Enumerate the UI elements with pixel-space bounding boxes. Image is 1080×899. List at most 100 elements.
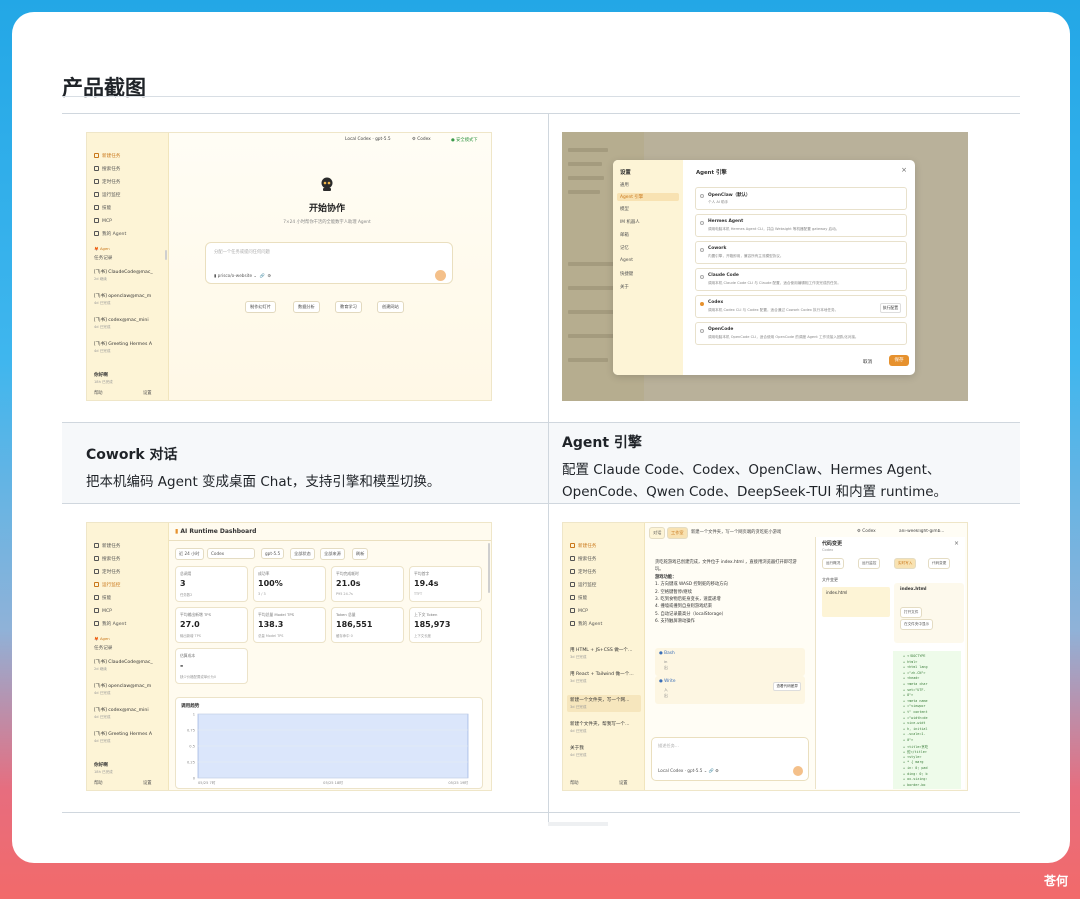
engine-option-cowork[interactable]: Cowork 内置引擎，开箱即用，兼容所有主流模型协议。 xyxy=(695,241,907,264)
settings-nav-agent-engine[interactable]: Agent 引擎 xyxy=(617,193,679,201)
chat-input[interactable]: 描述任务… Local Codex · gpt-5.5 ⌄ 🔗 ⚙ xyxy=(651,737,809,781)
code-line: + ding: 0; b xyxy=(903,771,928,776)
engine-select[interactable]: ⚙ Codex xyxy=(412,137,431,142)
filter-source[interactable]: 全部来源 xyxy=(320,548,345,560)
session-item[interactable]: 关于我 4d 已完成 xyxy=(570,745,638,758)
user-name[interactable]: 你好啊 18h 已完成 xyxy=(94,372,113,385)
sidebar-item-search[interactable]: 搜索任务 xyxy=(94,166,120,172)
config-button[interactable]: 执行配置 xyxy=(879,303,901,313)
sidebar-item-mcp[interactable]: MCP xyxy=(570,608,588,614)
open-file-button[interactable]: 打开文件 xyxy=(900,607,923,618)
session-item[interactable]: 用 React + Tailwind 做一个... 3d 已完成 xyxy=(570,671,638,684)
workspace-select[interactable]: ani-weeklight-gimb... xyxy=(899,529,955,534)
help-button[interactable]: 帮助 xyxy=(94,390,103,396)
sidebar-item-monitor[interactable]: 运行监控 xyxy=(94,192,120,198)
model-select[interactable]: Local Codex · gpt-5.5 xyxy=(345,137,391,142)
sidebar-item-search[interactable]: 搜索任务 xyxy=(94,556,120,562)
sidebar-item-new-task[interactable]: 新建任务 xyxy=(570,543,596,549)
sidebar-item-new-task[interactable]: 新建任务 xyxy=(94,153,120,159)
engine-option-opencode[interactable]: OpenCode 调用电脑本机 OpenCode CLI，适合使用 OpenCod… xyxy=(695,322,907,345)
folder-select[interactable]: ▮ prisco/o-website ⌄ 🔗 ⚙ xyxy=(214,273,271,279)
sidebar-item-search[interactable]: 搜索任务 xyxy=(570,556,596,562)
settings-button[interactable]: 设置 xyxy=(143,390,152,396)
chart-icon xyxy=(570,582,575,587)
session-item[interactable]: 新建个文件夹，帮我写一个... 4d 已完成 xyxy=(570,721,638,734)
refresh-button[interactable]: 刷新 xyxy=(352,548,369,560)
settings-nav-model[interactable]: 模型 xyxy=(620,206,629,212)
chip-education[interactable]: 教育学习 xyxy=(335,301,362,313)
session-item[interactable]: [飞书] Greeting Hermes A 4d 已完成 xyxy=(94,341,162,354)
task-input[interactable]: 分配一个任务或提问任何问题 ▮ prisco/o-website ⌄ 🔗 ⚙ xyxy=(205,242,453,284)
cancel-button[interactable]: 取消 xyxy=(863,359,872,365)
session-item[interactable]: [飞书] codex@mac_mini 4d 已完成 xyxy=(94,317,162,330)
code-line: + border-bo xyxy=(903,782,926,787)
settings-button[interactable]: 设置 xyxy=(619,780,628,786)
panel-tab[interactable]: 运行概况 xyxy=(822,558,845,569)
settings-nav-about[interactable]: 关于 xyxy=(620,284,629,290)
sidebar-item-scheduled[interactable]: 定时任务 xyxy=(94,179,120,185)
panel-tab[interactable]: 代码变更 xyxy=(928,558,951,569)
sidebar-item-skills[interactable]: 技能 xyxy=(570,595,587,601)
engine-option-codex[interactable]: Codex 调用本机 Codex CLI 与 Codex 配置，适合通过 Cowo… xyxy=(695,295,907,318)
sidebar-item-new-task[interactable]: 新建任务 xyxy=(94,543,120,549)
sidebar-item-mcp[interactable]: MCP xyxy=(94,608,112,614)
send-button[interactable] xyxy=(793,766,803,776)
sidebar-item-monitor[interactable]: 运行监控 xyxy=(94,582,120,588)
user-name[interactable]: 你好啊 18h 已完成 xyxy=(94,762,113,775)
sidebar-item-skills[interactable]: 技能 xyxy=(94,205,111,211)
tool-call-write[interactable]: ● Write 入出查看代码差异 xyxy=(655,676,805,704)
help-button[interactable]: 帮助 xyxy=(94,780,103,786)
sidebar-item-skills[interactable]: 技能 xyxy=(94,595,111,601)
settings-button[interactable]: 设置 xyxy=(143,780,152,786)
chip-slides[interactable]: 制作幻灯片 xyxy=(245,301,276,313)
sidebar-item-my-agent[interactable]: 我的 Agent xyxy=(570,621,602,627)
settings-nav-shortcuts[interactable]: 快捷键 xyxy=(620,271,633,277)
tab-chat[interactable]: 对话 xyxy=(649,527,666,539)
open-diff-button[interactable]: 查看代码差异 xyxy=(773,682,801,691)
engine-select[interactable]: ⚙ Codex xyxy=(857,529,876,534)
panel-tab[interactable]: 运行监控 xyxy=(858,558,881,569)
filter-model[interactable]: gpt-5.5 xyxy=(261,548,285,559)
close-icon[interactable]: × xyxy=(954,540,959,547)
filter-engine[interactable]: Codex xyxy=(207,548,255,559)
sidebar-item-scheduled[interactable]: 定时任务 xyxy=(570,569,596,575)
settings-nav-memory[interactable]: 记忆 xyxy=(620,245,629,251)
bot-icon xyxy=(94,231,99,236)
session-item[interactable]: [飞书] ClaudeCode@mac_ 2d 继续 xyxy=(94,659,162,672)
sidebar-item-monitor[interactable]: 运行监控 xyxy=(570,582,596,588)
engine-option-claude-code[interactable]: Claude Code 调用本机 Claude Code CLI 与 Claude… xyxy=(695,268,907,291)
chip-website[interactable]: 创建网站 xyxy=(377,301,404,313)
panel-tab-active[interactable]: 实时写入 xyxy=(894,558,917,569)
main-scrollbar[interactable] xyxy=(488,543,490,593)
reveal-in-folder-button[interactable]: 在文件夹中显示 xyxy=(900,619,934,630)
help-button[interactable]: 帮助 xyxy=(570,780,579,786)
session-item[interactable]: [飞书] openclaw@mac_m 4d 已完成 xyxy=(94,683,162,696)
sidebar-item-scheduled[interactable]: 定时任务 xyxy=(94,569,120,575)
session-item[interactable]: [飞书] codex@mac_mini 4d 已完成 xyxy=(94,707,162,720)
sidebar-item-my-agent[interactable]: 我的 Agent xyxy=(94,231,126,237)
sidebar-item-mcp[interactable]: MCP xyxy=(94,218,112,224)
engine-option-hermes[interactable]: Hermes Agent 调用电脑本机 Hermes Agent CLI，并由 W… xyxy=(695,214,907,237)
settings-nav-email[interactable]: 邮箱 xyxy=(620,232,629,238)
save-button[interactable]: 保存 xyxy=(889,355,909,366)
chip-data-analysis[interactable]: 数据分析 xyxy=(293,301,320,313)
tab-studio[interactable]: 工作室 xyxy=(667,527,688,539)
send-button[interactable] xyxy=(435,270,446,281)
settings-nav-general[interactable]: 通用 xyxy=(620,182,629,188)
session-item[interactable]: 用 HTML + JS+CSS 做一个... 3d 已完成 xyxy=(570,647,638,660)
session-item[interactable]: [飞书] ClaudeCode@mac_ 2d 继续 xyxy=(94,269,162,282)
session-item[interactable]: [飞书] Greeting Hermes A 4d 已完成 xyxy=(94,731,162,744)
filter-status[interactable]: 全部状态 xyxy=(290,548,315,560)
sidebar-scrollbar[interactable] xyxy=(165,250,167,260)
filter-time[interactable]: 近 24 小时 xyxy=(175,548,204,560)
sidebar-item-my-agent[interactable]: 我的 Agent xyxy=(94,621,126,627)
model-select[interactable]: Local Codex · gpt-5.5 ⌄ 🔗 ⚙ xyxy=(658,768,719,774)
session-item[interactable]: [飞书] openclaw@mac_m 4d 已完成 xyxy=(94,293,162,306)
session-item-active[interactable]: 新建一个文件夹，写一个网... 3d 已完成 xyxy=(567,695,641,712)
engine-option-openclaw[interactable]: OpenClaw（默认） 个人 AI 助手 xyxy=(695,187,907,210)
settings-nav-im-bot[interactable]: IM 机器人 xyxy=(620,219,640,225)
close-icon[interactable]: × xyxy=(901,166,907,174)
settings-nav-agent[interactable]: Agent xyxy=(620,258,633,263)
tool-call-bash[interactable]: ● Bash in 出 xyxy=(655,648,805,676)
file-list[interactable]: index.html xyxy=(822,587,890,617)
